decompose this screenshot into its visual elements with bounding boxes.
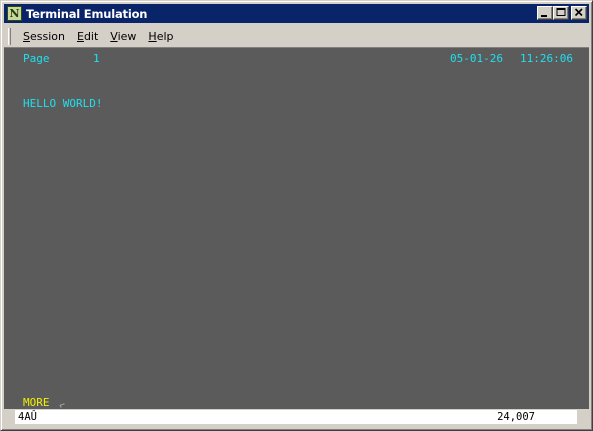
mouse-cursor-icon: [59, 403, 66, 408]
window-title: Terminal Emulation: [26, 6, 148, 21]
close-button[interactable]: [571, 6, 587, 20]
maximize-icon: [556, 8, 566, 16]
menu-help-accel: H: [148, 30, 157, 43]
terminal-app-icon[interactable]: N: [7, 6, 22, 21]
menu-session[interactable]: Session: [17, 26, 71, 47]
maximize-button[interactable]: [553, 6, 569, 20]
more-indicator: MORE: [23, 396, 50, 409]
screen-date: 05-01-26: [450, 52, 503, 65]
page-number: 1: [93, 52, 100, 65]
menu-edit-rest: dit: [83, 30, 99, 43]
menu-edit-accel: E: [76, 30, 84, 43]
status-bar: 4AÛ 24,007: [15, 410, 577, 424]
menu-session-accel: S: [23, 30, 30, 43]
close-icon: [574, 8, 583, 17]
screen-time: 11:26:06: [520, 52, 573, 65]
menu-grip[interactable]: [8, 28, 11, 45]
menu-help-rest: elp: [156, 30, 174, 43]
minimize-button[interactable]: [537, 6, 553, 20]
menu-view-rest: iew: [117, 30, 137, 43]
page-label: Page: [23, 52, 50, 65]
cursor-position: 24,007: [497, 411, 535, 423]
menu-session-rest: ession: [29, 30, 65, 43]
terminal-screen[interactable]: Page 1 05-01-26 11:26:06 HELLO WORLD! MO…: [4, 48, 589, 409]
menu-view-accel: V: [110, 30, 118, 43]
window-controls: [537, 6, 587, 20]
hello-message: HELLO WORLD!: [23, 97, 103, 110]
menu-help[interactable]: Help: [142, 26, 179, 47]
menu-bar: Session Edit View Help: [4, 26, 589, 47]
title-bar[interactable]: N Terminal Emulation: [4, 4, 589, 23]
menu-view[interactable]: View: [104, 26, 142, 47]
minimize-icon: [541, 15, 547, 17]
terminal-window: N Terminal Emulation Session Edit View H…: [0, 0, 593, 431]
status-left-text: 4AÛ: [18, 411, 37, 423]
menu-edit[interactable]: Edit: [71, 26, 104, 47]
